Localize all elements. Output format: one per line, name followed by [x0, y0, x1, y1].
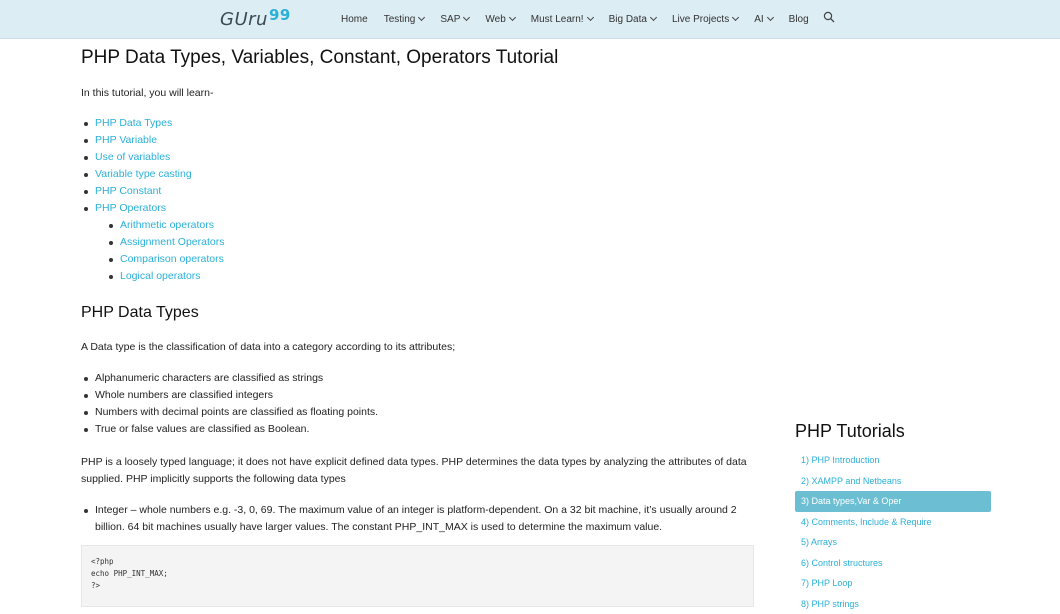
- toc-item: PHP Variable: [95, 132, 761, 149]
- toc-subitem: Assignment Operators: [120, 234, 761, 251]
- list-item: Integer – whole numbers e.g. -3, 0, 69. …: [95, 502, 761, 536]
- toc-subitem: Logical operators: [120, 268, 761, 285]
- chevron-down-icon: [463, 14, 470, 21]
- toc-link-logical[interactable]: Logical operators: [120, 270, 201, 282]
- toc-item: Use of variables: [95, 149, 761, 166]
- tutorial-sidebar: PHP Tutorials 1) PHP Introduction 2) XAM…: [795, 420, 991, 614]
- chevron-down-icon: [650, 14, 657, 21]
- toc-item: PHP Data Types: [95, 115, 761, 132]
- chevron-down-icon: [732, 14, 739, 21]
- integer-list: Integer – whole numbers e.g. -3, 0, 69. …: [81, 502, 761, 536]
- sidebar-list: 1) PHP Introduction 2) XAMPP and Netbean…: [795, 450, 991, 614]
- sidebar-item-php-strings[interactable]: 8) PHP strings: [795, 594, 991, 614]
- code-line: echo PHP_INT_MAX;: [91, 569, 168, 578]
- toc-link-operators[interactable]: PHP Operators: [95, 202, 166, 214]
- data-type-list: Alphanumeric characters are classified a…: [81, 370, 761, 438]
- nav-label: SAP: [440, 14, 460, 25]
- list-item: True or false values are classified as B…: [95, 421, 761, 438]
- toc-item: Variable type casting: [95, 166, 761, 183]
- search-icon[interactable]: [823, 11, 839, 27]
- toc-subitem: Arithmetic operators: [120, 217, 761, 234]
- sidebar-item-xampp-netbeans[interactable]: 2) XAMPP and Netbeans: [795, 471, 991, 492]
- chevron-down-icon: [509, 14, 516, 21]
- chevron-down-icon: [767, 14, 774, 21]
- list-item: Alphanumeric characters are classified a…: [95, 370, 761, 387]
- code-text: <?php echo PHP_INT_MAX; ?>: [82, 546, 753, 602]
- toc-link-arithmetic[interactable]: Arithmetic operators: [120, 219, 214, 231]
- toc-link-use-of-variables[interactable]: Use of variables: [95, 151, 170, 163]
- intro-text: In this tutorial, you will learn-: [81, 87, 761, 99]
- chevron-down-icon: [587, 14, 594, 21]
- nav-home[interactable]: Home: [341, 14, 368, 25]
- code-line: ?>: [91, 581, 100, 590]
- toc-item: PHP Operators Arithmetic operators Assig…: [95, 200, 761, 285]
- code-block[interactable]: <?php echo PHP_INT_MAX; ?>: [81, 545, 754, 607]
- sidebar-item-php-introduction[interactable]: 1) PHP Introduction: [795, 450, 991, 471]
- nav-testing[interactable]: Testing: [384, 14, 425, 25]
- sidebar-item-data-types[interactable]: 3) Data types,Var & Oper: [795, 491, 991, 512]
- logo-number: 99: [269, 6, 291, 24]
- sidebar-title: PHP Tutorials: [795, 420, 991, 442]
- nav-big-data[interactable]: Big Data: [609, 14, 656, 25]
- section-intro: A Data type is the classification of dat…: [81, 339, 761, 356]
- sidebar-item-control-structures[interactable]: 6) Control structures: [795, 553, 991, 574]
- list-item: Numbers with decimal points are classifi…: [95, 404, 761, 421]
- nav-blog[interactable]: Blog: [789, 14, 809, 25]
- nav-live-projects[interactable]: Live Projects: [672, 14, 738, 25]
- nav-must-learn[interactable]: Must Learn!: [531, 14, 593, 25]
- main-nav: Home Testing SAP Web Must Learn! Big Dat…: [333, 0, 839, 38]
- nav-label: Big Data: [609, 14, 647, 25]
- nav-sap[interactable]: SAP: [440, 14, 469, 25]
- toc-link-assignment[interactable]: Assignment Operators: [120, 236, 224, 248]
- table-of-contents: PHP Data Types PHP Variable Use of varia…: [81, 115, 761, 285]
- nav-label: Home: [341, 14, 368, 25]
- chevron-down-icon: [418, 14, 425, 21]
- toc-sublist: Arithmetic operators Assignment Operator…: [95, 217, 761, 285]
- toc-link-constant[interactable]: PHP Constant: [95, 185, 161, 197]
- nav-label: AI: [754, 14, 763, 25]
- toc-link-variable[interactable]: PHP Variable: [95, 134, 157, 146]
- toc-link-comparison[interactable]: Comparison operators: [120, 253, 224, 265]
- toc-link-type-casting[interactable]: Variable type casting: [95, 168, 192, 180]
- logo-word: GUru: [220, 9, 268, 30]
- nav-label: Live Projects: [672, 14, 729, 25]
- nav-label: Blog: [789, 14, 809, 25]
- paragraph: PHP is a loosely typed language; it does…: [81, 454, 761, 488]
- code-line: <?php: [91, 557, 114, 566]
- section-heading: PHP Data Types: [81, 303, 761, 323]
- toc-item: PHP Constant: [95, 183, 761, 200]
- nav-label: Testing: [384, 14, 416, 25]
- nav-label: Web: [485, 14, 505, 25]
- site-header: GUru99 Home Testing SAP Web Must Learn! …: [0, 0, 1060, 39]
- nav-web[interactable]: Web: [485, 14, 514, 25]
- nav-ai[interactable]: AI: [754, 14, 772, 25]
- sidebar-item-comments-include[interactable]: 4) Comments, Include & Require: [795, 512, 991, 533]
- page-title: PHP Data Types, Variables, Constant, Ope…: [81, 46, 761, 70]
- sidebar-item-php-loop[interactable]: 7) PHP Loop: [795, 573, 991, 594]
- toc-link-data-types[interactable]: PHP Data Types: [95, 117, 172, 129]
- toc-subitem: Comparison operators: [120, 251, 761, 268]
- sidebar-item-arrays[interactable]: 5) Arrays: [795, 532, 991, 553]
- nav-label: Must Learn!: [531, 14, 584, 25]
- search-icon-glyph: [823, 11, 835, 23]
- list-item: Whole numbers are classified integers: [95, 387, 761, 404]
- site-logo[interactable]: GUru99: [220, 9, 291, 30]
- article: PHP Data Types, Variables, Constant, Ope…: [81, 46, 761, 536]
